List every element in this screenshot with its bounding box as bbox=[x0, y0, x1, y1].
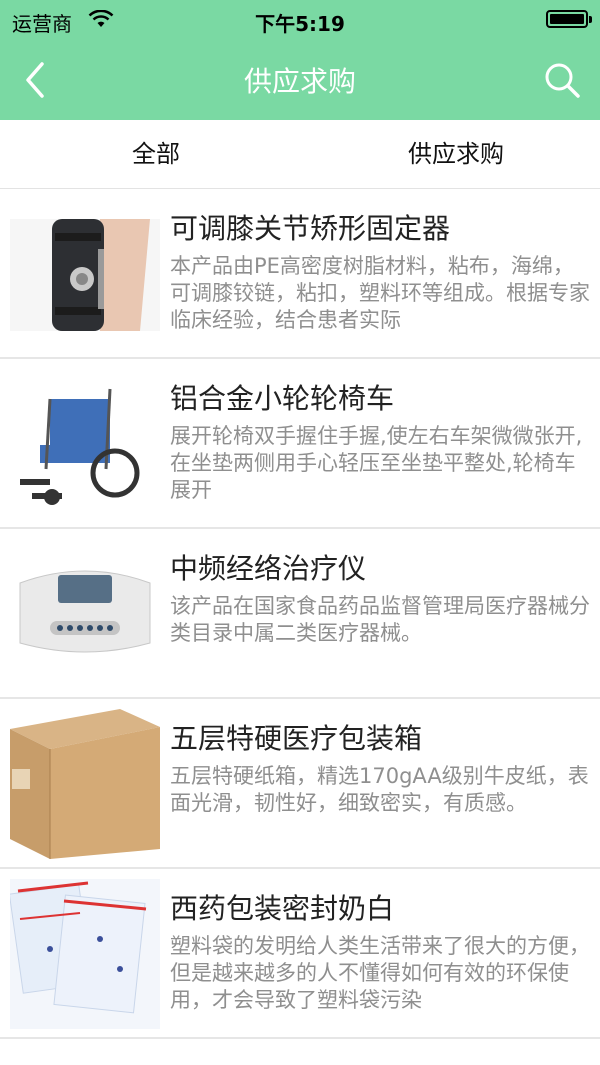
tab-supply-demand[interactable]: 供应求购 bbox=[300, 120, 600, 188]
item-title: 可调膝关节矫形固定器 bbox=[170, 212, 451, 245]
status-bar: 运营商 下午5:19 bbox=[0, 0, 600, 40]
tab-all[interactable]: 全部 bbox=[0, 120, 312, 188]
list-item[interactable]: 西药包装密封奶白 塑料袋的发明给人类生活带来了很大的方便，但是越来越多的人不懂得… bbox=[0, 869, 600, 1039]
page-title: 供应求购 bbox=[243, 65, 356, 98]
clock: 下午5:19 bbox=[255, 12, 345, 36]
wheelchair-image bbox=[10, 369, 160, 519]
list-item[interactable]: 铝合金小轮轮椅车 展开轮椅双手握住手握,使左右车架微微张开,在坐垫两侧用手心轻压… bbox=[0, 359, 600, 529]
item-description: 展开轮椅双手握住手握,使左右车架微微张开,在坐垫两侧用手心轻压至坐垫平整处,轮椅… bbox=[170, 424, 583, 502]
search-icon[interactable] bbox=[542, 60, 582, 100]
list-item[interactable]: 中频经络治疗仪 该产品在国家食品药品监督管理局医疗器械分类目录中属二类医疗器械。 bbox=[0, 529, 600, 699]
item-title: 西药包装密封奶白 bbox=[170, 892, 395, 925]
therapy-device-image bbox=[10, 553, 160, 665]
product-list: 可调膝关节矫形固定器 本产品由PE高密度树脂材料，粘布，海绵，可调膝铰链，粘扣，… bbox=[0, 189, 600, 1039]
item-description: 本产品由PE高密度树脂材料，粘布，海绵，可调膝铰链，粘扣，塑料环等组成。根据专家… bbox=[170, 254, 590, 332]
battery-icon bbox=[546, 10, 592, 28]
item-description: 五层特硬纸箱，精选170gAA级别牛皮纸，表面光滑，韧性好，细致密实，有质感。 bbox=[170, 764, 589, 815]
item-description: 该产品在国家食品药品监督管理局医疗器械分类目录中属二类医疗器械。 bbox=[170, 594, 590, 645]
cardboard-box-image bbox=[10, 709, 160, 859]
tab-bar: 全部 供应求购 bbox=[0, 120, 600, 189]
item-description: 塑料袋的发明给人类生活带来了很大的方便，但是越来越多的人不懂得如何有效的环保使用… bbox=[170, 934, 590, 1012]
knee-brace-image bbox=[10, 219, 160, 331]
nav-bar: 供应求购 bbox=[0, 40, 600, 120]
sealed-bags-image bbox=[10, 879, 160, 1029]
list-item[interactable]: 可调膝关节矫形固定器 本产品由PE高密度树脂材料，粘布，海绵，可调膝铰链，粘扣，… bbox=[0, 189, 600, 359]
item-title: 铝合金小轮轮椅车 bbox=[170, 382, 395, 415]
item-title: 五层特硬医疗包装箱 bbox=[170, 722, 423, 755]
item-title: 中频经络治疗仪 bbox=[170, 552, 367, 585]
list-item[interactable]: 五层特硬医疗包装箱 五层特硬纸箱，精选170gAA级别牛皮纸，表面光滑，韧性好，… bbox=[0, 699, 600, 869]
